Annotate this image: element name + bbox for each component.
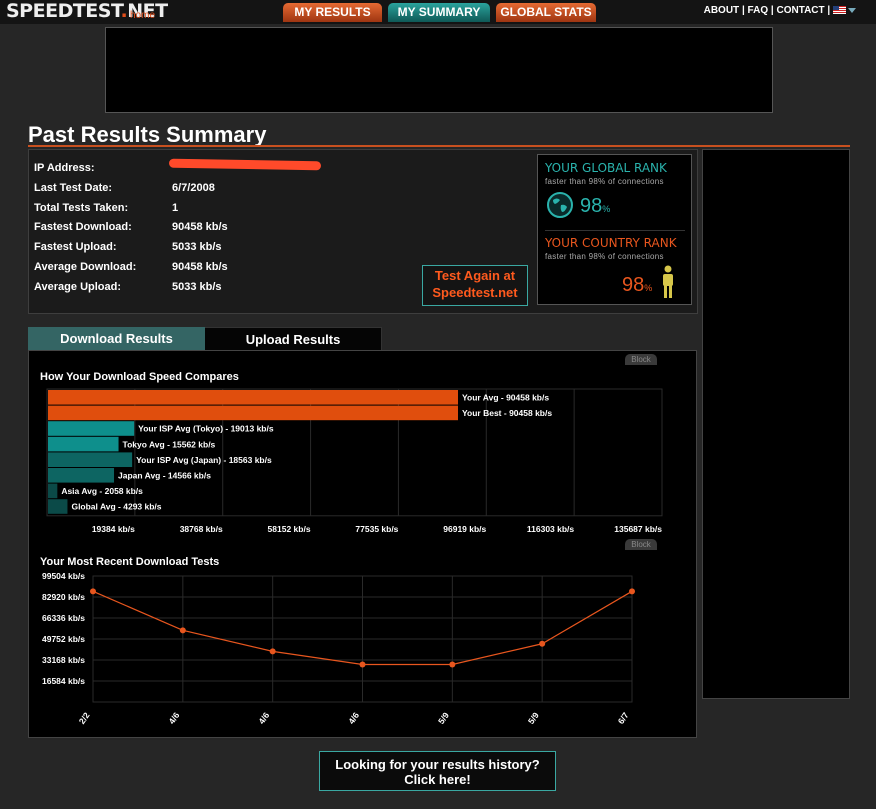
tab-my-results[interactable]: MY RESULTS	[283, 3, 382, 22]
ip-address-label: IP Address:	[34, 162, 95, 174]
link-separator: |	[770, 5, 774, 16]
data-point	[269, 648, 276, 655]
country-rank-subtitle: faster than 98% of connections	[545, 252, 664, 261]
bar	[48, 452, 133, 467]
download-results-panel: Block How Your Download Speed Compares 1…	[28, 350, 697, 738]
bar-label: Your ISP Avg (Japan) - 18563 kb/s	[136, 455, 272, 465]
total-tests-label: Total Tests Taken:	[34, 202, 129, 214]
link-separator: |	[827, 5, 831, 16]
tab-global-stats[interactable]: GLOBAL STATS	[496, 3, 596, 22]
link-separator: |	[741, 5, 745, 16]
y-tick-label: 99504 kb/s	[42, 571, 85, 581]
y-tick-label: 33168 kb/s	[42, 655, 85, 665]
y-tick-label: 16584 kb/s	[42, 676, 85, 686]
global-rank-value: 98%	[580, 195, 611, 217]
contact-link[interactable]: CONTACT	[776, 5, 824, 16]
fastest-upload-label: Fastest Upload:	[34, 241, 117, 253]
x-tick-label: 38768 kb/s	[180, 524, 223, 534]
y-tick-label: 66336 kb/s	[42, 613, 85, 623]
average-upload-value: 5033 kb/s	[172, 281, 222, 293]
bar	[48, 499, 68, 514]
fastest-upload-value: 5033 kb/s	[172, 241, 222, 253]
top-links: ABOUT | FAQ | CONTACT |	[704, 5, 856, 16]
compare-bar-chart: 19384 kb/s 38768 kb/s 58152 kb/s 77535 kb/s…	[46, 388, 663, 534]
history-line2: Click here!	[404, 772, 471, 787]
data-point	[629, 588, 635, 595]
bar-label: Your Avg - 90458 kb/s	[462, 393, 549, 403]
redaction-mark	[168, 158, 322, 171]
x-tick-label: 5/9	[436, 710, 451, 726]
summary-panel: IP Address: Last Test Date: 6/7/2008 Tot…	[28, 149, 698, 314]
bar-label: Tokyo Avg - 15562 kb/s	[123, 439, 216, 449]
total-tests-value: 1	[172, 202, 179, 214]
history-line1: Looking for your results history?	[335, 757, 540, 772]
globe-icon	[547, 192, 573, 218]
average-download-value: 90458 kb/s	[172, 261, 228, 273]
bar	[48, 405, 458, 421]
test-again-line1: Test Again at	[434, 268, 516, 283]
average-upload-label: Average Upload:	[34, 281, 122, 293]
faq-link[interactable]: FAQ	[748, 5, 769, 16]
global-rank-subtitle: faster than 98% of connections	[545, 177, 664, 186]
advertisement-banner	[105, 27, 773, 113]
x-tick-label: 5/9	[526, 710, 541, 726]
data-point	[539, 640, 546, 647]
country-rank-value: 98%	[622, 274, 653, 296]
bar-label: Your ISP Avg (Tokyo) - 19013 kb/s	[138, 424, 274, 434]
rank-box: YOUR GLOBAL RANK faster than 98% of conn…	[537, 154, 692, 305]
x-tick-label: 19384 kb/s	[92, 524, 135, 534]
us-flag-icon[interactable]	[833, 6, 846, 15]
average-download-label: Average Download:	[34, 261, 137, 273]
data-point	[179, 627, 186, 634]
global-rank-title: YOUR GLOBAL RANK	[545, 161, 667, 175]
x-tick-label: 4/6	[346, 710, 361, 726]
top-navigation-bar: SPEEDTEST.NET home MY RESULTS MY SUMMARY…	[0, 0, 876, 24]
bar-label: Your Best - 90458 kb/s	[462, 408, 552, 418]
x-tick-label: 96919 kb/s	[443, 524, 486, 534]
bar	[48, 483, 58, 499]
about-link[interactable]: ABOUT	[704, 5, 740, 16]
x-tick-label: 6/7	[616, 710, 631, 726]
country-rank-title: YOUR COUNTRY RANK	[545, 236, 677, 250]
y-tick-label: 49752 kb/s	[42, 634, 85, 644]
block-button[interactable]: Block	[625, 539, 657, 550]
fastest-download-label: Fastest Download:	[34, 221, 132, 233]
last-test-date-value: 6/7/2008	[172, 182, 215, 194]
tab-my-summary[interactable]: MY SUMMARY	[388, 3, 490, 22]
x-tick-label: 135687 kb/s	[614, 524, 662, 534]
fastest-download-value: 90458 kb/s	[172, 221, 228, 233]
home-link[interactable]: home	[130, 10, 155, 21]
bar	[48, 421, 135, 436]
data-point	[449, 661, 456, 668]
block-button[interactable]: Block	[625, 354, 657, 365]
tab-download-results[interactable]: Download Results	[28, 327, 205, 350]
chevron-down-icon[interactable]	[848, 7, 856, 13]
title-divider	[28, 145, 850, 147]
recent-tests-line-chart: 99504 kb/s 82920 kb/s 66336 kb/s 49752 kb/s…	[42, 571, 635, 726]
data-point	[359, 661, 366, 668]
tab-upload-results[interactable]: Upload Results	[205, 327, 382, 351]
x-tick-label: 58152 kb/s	[268, 524, 311, 534]
x-tick-label: 4/6	[256, 710, 271, 726]
x-tick-label: 4/6	[166, 710, 181, 726]
rank-divider	[545, 230, 685, 231]
y-tick-label: 82920 kb/s	[42, 592, 85, 602]
bar	[48, 436, 119, 452]
last-test-date-label: Last Test Date:	[34, 182, 113, 194]
x-tick-label: 116303 kb/s	[527, 524, 575, 534]
test-again-line2: Speedtest.net	[432, 285, 518, 300]
bar-label: Japan Avg - 14566 kb/s	[118, 471, 211, 481]
x-tick-label: 77535 kb/s	[355, 524, 398, 534]
side-advertisement-panel	[702, 149, 850, 699]
results-history-button[interactable]: Looking for your results history? Click …	[319, 751, 556, 791]
bar-label: Global Avg - 4293 kb/s	[71, 502, 161, 512]
bar	[48, 468, 115, 483]
person-icon	[663, 265, 673, 298]
bar	[48, 390, 458, 405]
x-tick-label: 2/2	[77, 710, 92, 726]
data-point	[90, 588, 96, 595]
bar-label: Asia Avg - 2058 kb/s	[61, 486, 143, 496]
test-again-button[interactable]: Test Again at Speedtest.net	[422, 265, 528, 306]
